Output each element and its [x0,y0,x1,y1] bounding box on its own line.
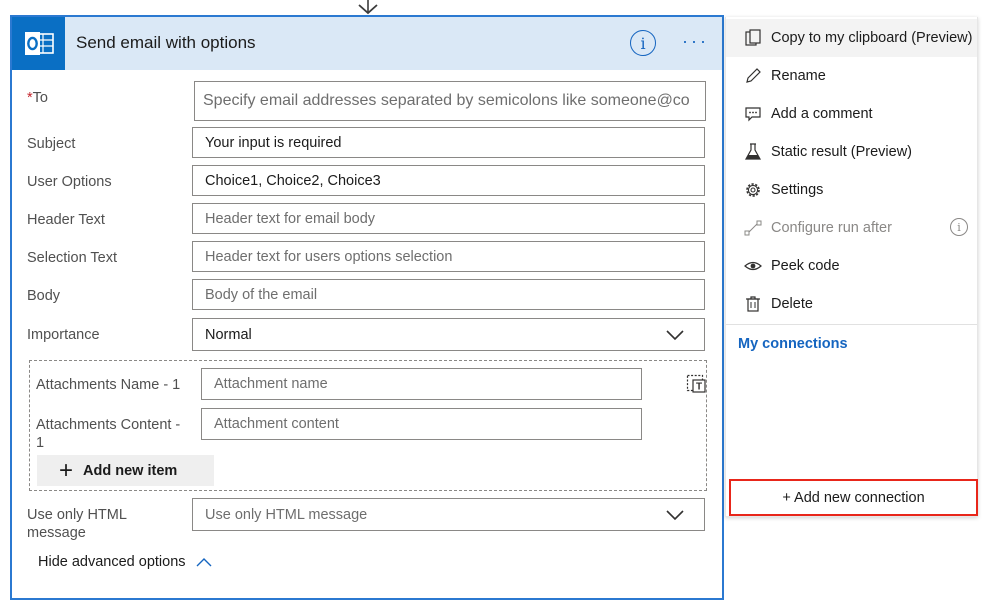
user-options-field[interactable]: Choice1, Choice2, Choice3 [192,165,705,196]
user-options-label: User Options [27,174,112,190]
body-field[interactable]: Body of the email [192,279,705,310]
chevron-up-icon [196,558,212,567]
card-title[interactable]: Send email with options [76,33,256,53]
menu-item-label: Configure run after [771,220,892,236]
attachments-name-label: Attachments Name - 1 [36,377,181,393]
to-field[interactable]: Specify email addresses separated by sem… [194,81,706,121]
send-email-card: Send email with options i ··· *To Specif… [10,15,724,600]
menu-item-label: Delete [771,296,813,312]
pencil-icon [744,67,762,85]
use-only-html-label: Use only HTML message [27,506,127,542]
action-context-menu: Copy to my clipboard (Preview) Rename Ad… [725,17,978,517]
gear-icon [744,181,762,199]
card-header[interactable]: Send email with options i ··· [12,17,722,70]
menu-divider [726,324,977,325]
use-only-html-label-line2: message [27,525,86,541]
info-icon[interactable]: i [630,30,656,56]
use-only-html-value: Use only HTML message [205,506,368,523]
info-icon[interactable]: i [950,218,968,236]
attachments-group: Attachments Name - 1 Attachment name T A… [29,360,707,491]
attachment-name-field[interactable]: Attachment name [201,368,642,400]
menu-item-label: Add a comment [771,106,873,122]
menu-item-settings[interactable]: Settings [726,171,977,209]
clipboard-icon [744,29,762,47]
selection-text-field[interactable]: Header text for users options selection [192,241,705,272]
use-only-html-label-line1: Use only HTML [27,507,127,523]
outlook-icon [12,17,65,70]
plus-icon: + [59,456,74,484]
attachment-content-field[interactable]: Attachment content [201,408,642,440]
my-connections-heading: My connections [738,336,848,352]
menu-item-label: Rename [771,68,826,84]
menu-item-label: Copy to my clipboard (Preview) [771,30,973,46]
menu-item-rename[interactable]: Rename [726,57,977,95]
add-new-item-label: Add new item [83,462,178,479]
attachments-content-label-line1: Attachments Content - [36,417,181,433]
attachments-content-label: Attachments Content - 1 [36,416,180,452]
flask-icon [744,143,762,161]
hide-advanced-options-toggle[interactable]: Hide advanced options [38,554,212,570]
connector-arrow-icon [358,0,378,15]
header-text-label: Header Text [27,212,105,228]
subject-label: Subject [27,136,76,152]
menu-item-configure-run-after[interactable]: Configure run after i [726,209,977,247]
run-after-icon [744,219,762,237]
hide-advanced-label: Hide advanced options [38,554,186,570]
menu-item-label: Settings [771,182,824,198]
menu-item-label: Static result (Preview) [771,144,913,160]
menu-item-delete[interactable]: Delete [726,285,977,323]
more-options-icon[interactable]: ··· [682,31,709,52]
svg-text:T: T [696,382,702,393]
importance-value: Normal [205,326,252,343]
comment-icon [744,105,762,123]
selection-text-label: Selection Text [27,250,118,266]
subject-field[interactable]: Your input is required [192,127,705,158]
to-label-text: To [32,90,48,106]
body-label: Body [27,288,61,304]
menu-item-copy-clipboard[interactable]: Copy to my clipboard (Preview) [726,19,977,57]
header-text-field[interactable]: Header text for email body [192,203,705,234]
chevron-down-icon [666,330,684,341]
to-label: *To [27,89,48,107]
importance-dropdown[interactable]: Normal [192,318,705,351]
delete-item-icon[interactable]: T [686,373,706,393]
importance-label: Importance [27,327,100,343]
menu-item-static-result[interactable]: Static result (Preview) [726,133,977,171]
chevron-down-icon [666,510,684,521]
add-new-connection-button[interactable]: + Add new connection [729,479,978,516]
trash-icon [744,295,762,313]
menu-item-label: Peek code [771,258,840,274]
use-only-html-dropdown[interactable]: Use only HTML message [192,498,705,531]
add-new-item-button[interactable]: + Add new item [37,455,214,486]
menu-item-peek-code[interactable]: Peek code [726,247,977,285]
menu-item-add-comment[interactable]: Add a comment [726,95,977,133]
eye-icon [744,257,762,275]
attachments-content-label-line2: 1 [36,435,45,451]
